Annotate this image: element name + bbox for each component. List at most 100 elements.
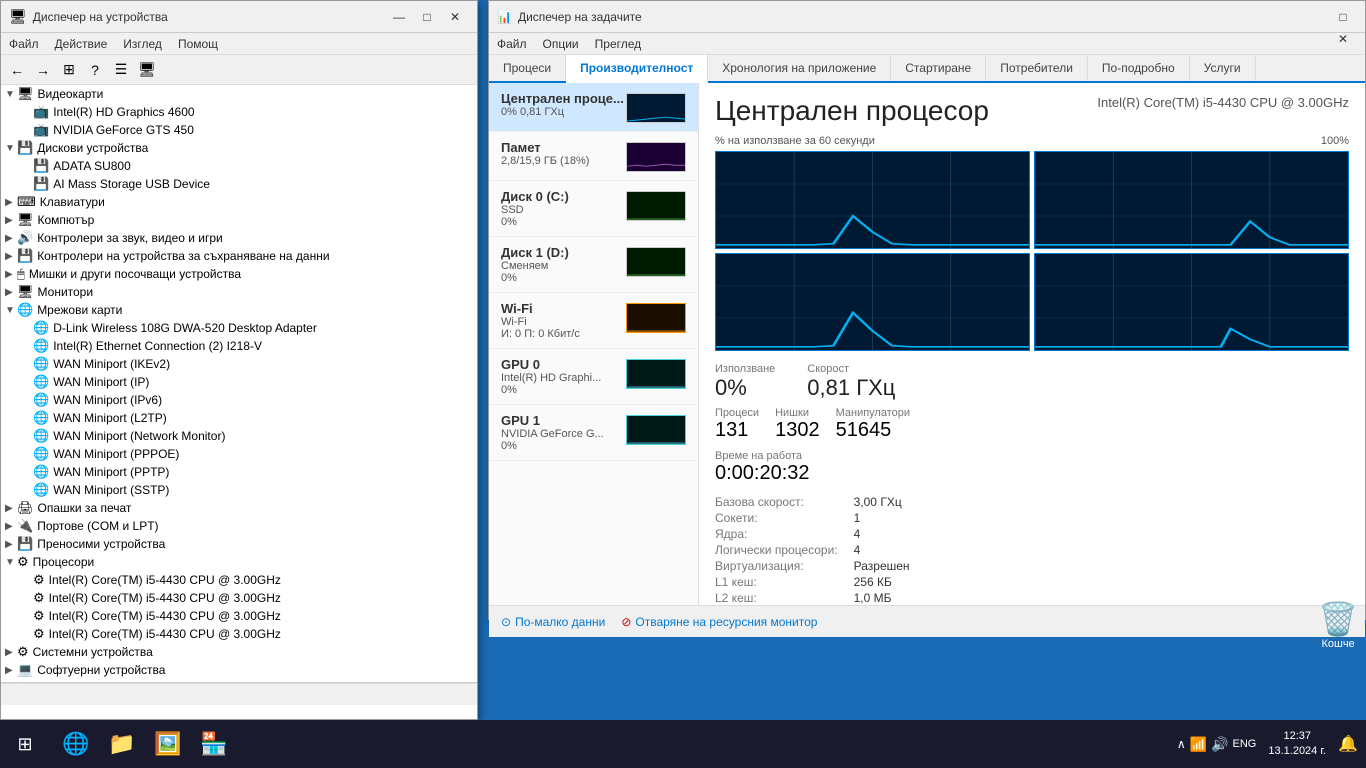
wifi-icon[interactable]: 📶: [1190, 736, 1207, 753]
tree-item[interactable]: ⚙ Intel(R) Core(TM) i5-4430 CPU @ 3.00GH…: [1, 571, 477, 589]
tm-menu-view[interactable]: Преглед: [587, 35, 650, 53]
tree-item[interactable]: ▶⚙ Системни устройства: [1, 643, 477, 661]
store-taskbar-item[interactable]: 🏪: [192, 722, 236, 766]
cpu-graph-bl: [715, 253, 1030, 351]
tree-item[interactable]: ▼💾 Дискови устройства: [1, 139, 477, 157]
tree-item[interactable]: ⚙ Intel(R) Core(TM) i5-4430 CPU @ 3.00GH…: [1, 607, 477, 625]
speed-stat: Скорост 0,81 ГХц: [807, 363, 895, 401]
tab-startup[interactable]: Стартиране: [891, 55, 986, 81]
tree-item[interactable]: ▶🖥 Компютър: [1, 211, 477, 229]
memory-mini-chart: [626, 142, 686, 172]
tree-item[interactable]: 💾 AI Mass Storage USB Device: [1, 175, 477, 193]
tree-item[interactable]: 🌐 WAN Miniport (PPTP): [1, 463, 477, 481]
tm-close-button[interactable]: ✕: [1329, 28, 1357, 50]
tree-item[interactable]: 🌐 Intel(R) Ethernet Connection (2) I218-…: [1, 337, 477, 355]
tm-menu-options[interactable]: Опции: [535, 35, 587, 53]
tab-performance[interactable]: Производителност: [566, 55, 708, 83]
start-button[interactable]: ⊞: [0, 722, 50, 766]
photos-taskbar-item[interactable]: 🖼️: [146, 722, 190, 766]
tree-item[interactable]: 📺 NVIDIA GeForce GTS 450: [1, 121, 477, 139]
language-indicator[interactable]: ENG: [1233, 738, 1257, 750]
edge-taskbar-item[interactable]: 🌐: [54, 722, 98, 766]
tree-item[interactable]: 🌐 WAN Miniport (SSTP): [1, 481, 477, 499]
sidebar-wifi[interactable]: Wi-Fi Wi-Fi И: 0 П: 0 Кбит/с: [489, 293, 698, 349]
tree-item[interactable]: ▶🖱 Мишки и други посочващи устройства: [1, 265, 477, 283]
l1-label: L1 кеш:: [715, 575, 838, 589]
maximize-button[interactable]: □: [413, 6, 441, 28]
forward-button[interactable]: →: [31, 58, 55, 82]
tree-item[interactable]: ⚙ Intel(R) Core(TM) i5-4430 CPU @ 3.00GH…: [1, 625, 477, 643]
tree-item[interactable]: 💾 ADATA SU800: [1, 157, 477, 175]
tree-item[interactable]: ▶🔊 Контролери за звук, видео и игри: [1, 229, 477, 247]
sidebar-memory[interactable]: Памет 2,8/15,9 ГБ (18%): [489, 132, 698, 181]
volume-icon[interactable]: 🔊: [1211, 736, 1228, 753]
tree-item[interactable]: 📺 Intel(R) HD Graphics 4600: [1, 103, 477, 121]
notification-icon[interactable]: 🔔: [1338, 734, 1358, 754]
tree-item[interactable]: ▼🌐 Мрежови карти: [1, 301, 477, 319]
tm-maximize-button[interactable]: □: [1329, 6, 1357, 28]
uptime-value: 0:00:20:32: [715, 462, 1349, 485]
device-manager-title: Диспечер на устройства: [33, 10, 379, 24]
tree-item[interactable]: ▶💾 Контролери на устройства за съхранява…: [1, 247, 477, 265]
disk0-entry-percent: 0%: [501, 216, 569, 228]
tree-item[interactable]: ▶💾 Преносими устройства: [1, 535, 477, 553]
tree-item[interactable]: ▼⚙ Процесори: [1, 553, 477, 571]
threads-stat: Нишки 1302: [775, 407, 820, 442]
sidebar-gpu1[interactable]: GPU 1 NVIDIA GeForce G... 0%: [489, 405, 698, 461]
taskbar-clock[interactable]: 12:37 13.1.2024 г.: [1260, 729, 1334, 760]
display-button[interactable]: 🖥: [135, 58, 159, 82]
utilization-stat: Използване 0%: [715, 363, 775, 401]
chevron-icon[interactable]: ∧: [1177, 737, 1186, 751]
back-button[interactable]: ←: [5, 58, 29, 82]
arrow-icon: ⊙: [501, 615, 511, 629]
tree-item[interactable]: 🌐 WAN Miniport (L2TP): [1, 409, 477, 427]
cpu-main-panel: Централен процесор Intel(R) Core(TM) i5-…: [699, 83, 1365, 605]
menu-view[interactable]: Изглед: [115, 35, 170, 53]
monitor-icon: ⊘: [621, 615, 631, 629]
explorer-taskbar-item[interactable]: 📁: [100, 722, 144, 766]
sidebar-cpu[interactable]: Централен проце... 0% 0,81 ГХц: [489, 83, 698, 132]
tree-item[interactable]: 🌐 WAN Miniport (PPPOE): [1, 445, 477, 463]
tree-item[interactable]: 🌐 D-Link Wireless 108G DWA-520 Desktop A…: [1, 319, 477, 337]
close-button[interactable]: ✕: [441, 6, 469, 28]
device-tree[interactable]: ▼🖥 Видеокарти 📺 Intel(R) HD Graphics 460…: [1, 85, 477, 683]
tree-item[interactable]: ▶⌨ Клавиатури: [1, 193, 477, 211]
tree-item[interactable]: 🌐 WAN Miniport (IP): [1, 373, 477, 391]
task-manager-window: 📊 Диспечер на задачите — □ ✕ Файл Опции …: [488, 0, 1366, 620]
tree-item[interactable]: 🌐 WAN Miniport (Network Monitor): [1, 427, 477, 445]
tab-details[interactable]: По-подробно: [1088, 55, 1190, 81]
resource-monitor-button[interactable]: ⊘ Отваряне на ресурсния монитор: [621, 615, 817, 629]
tree-item[interactable]: ▶🖥 Монитори: [1, 283, 477, 301]
tab-app-history[interactable]: Хронология на приложение: [708, 55, 891, 81]
sidebar-disk1[interactable]: Диск 1 (D:) Сменяем 0%: [489, 237, 698, 293]
disk0-mini-chart: [626, 191, 686, 221]
tree-item[interactable]: 🌐 WAN Miniport (IPv6): [1, 391, 477, 409]
tab-users[interactable]: Потребители: [986, 55, 1088, 81]
gpu0-entry-title: GPU 0: [501, 357, 601, 372]
tab-services[interactable]: Услуги: [1190, 55, 1256, 81]
device-manager-toolbar: ← → ⊞ ? ☰ 🖥: [1, 55, 477, 85]
computer-button[interactable]: ⊞: [57, 58, 81, 82]
minimize-button[interactable]: —: [385, 6, 413, 28]
tree-item[interactable]: ▼🖥 Видеокарти: [1, 85, 477, 103]
sidebar-disk0[interactable]: Диск 0 (C:) SSD 0%: [489, 181, 698, 237]
gpu0-entry-percent: 0%: [501, 384, 601, 396]
tree-item[interactable]: ▶💻 Софтуерни устройства: [1, 661, 477, 679]
recycle-bin[interactable]: 🗑️ Кошче: [1318, 600, 1358, 650]
cpu-mini-chart: [626, 93, 686, 123]
tree-item[interactable]: ▶🖨 Опашки за печат: [1, 499, 477, 517]
tm-menu-file[interactable]: Файл: [489, 35, 535, 53]
menu-file[interactable]: Файл: [1, 35, 47, 53]
less-data-button[interactable]: ⊙ По-малко данни: [501, 615, 605, 629]
disk0-entry-title: Диск 0 (C:): [501, 189, 569, 204]
menu-action[interactable]: Действие: [47, 35, 116, 53]
tree-item[interactable]: 🌐 WAN Miniport (IKEv2): [1, 355, 477, 373]
taskbar: ⊞ 🌐 📁 🖼️ 🏪 ∧ 📶 🔊 ENG 12:37 13.1.2024 г. …: [0, 720, 1366, 768]
help-button[interactable]: ?: [83, 58, 107, 82]
tree-item[interactable]: ⚙ Intel(R) Core(TM) i5-4430 CPU @ 3.00GH…: [1, 589, 477, 607]
tab-processes[interactable]: Процеси: [489, 55, 566, 81]
sidebar-gpu0[interactable]: GPU 0 Intel(R) HD Graphi... 0%: [489, 349, 698, 405]
list-button[interactable]: ☰: [109, 58, 133, 82]
menu-help[interactable]: Помощ: [170, 35, 226, 53]
tree-item[interactable]: ▶🔌 Портове (COM и LPT): [1, 517, 477, 535]
